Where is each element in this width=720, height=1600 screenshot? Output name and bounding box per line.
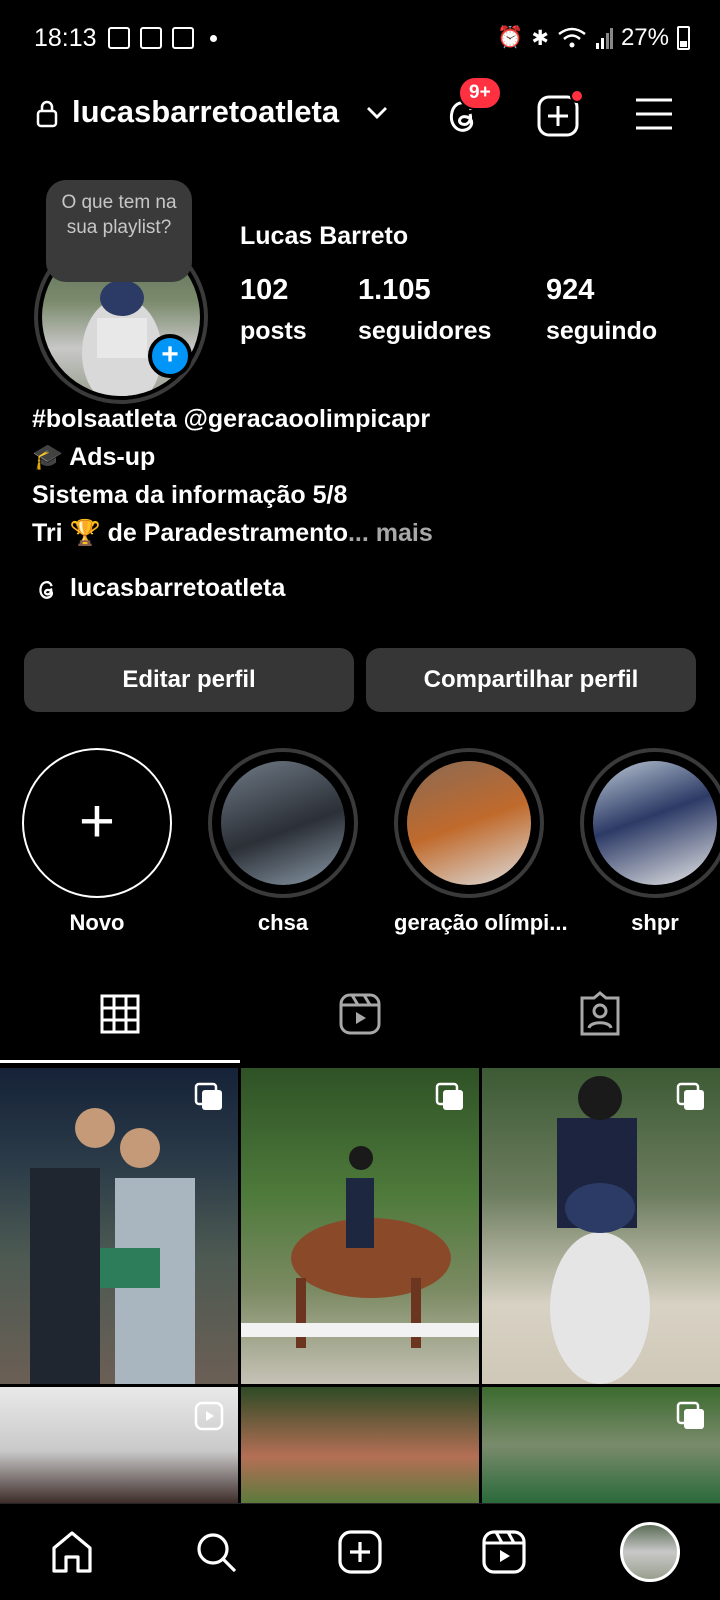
signal-icon [595,28,613,49]
graduation-cap-emoji: 🎓 [32,443,64,471]
profile-header: lucasbarretoatleta 9+ [0,76,720,150]
stat-label: seguindo [546,317,658,345]
stat-followers[interactable]: 1.105 seguidores [358,274,491,346]
bio-line: Ads-up [63,443,156,471]
plus-icon: + [78,787,116,857]
carousel-icon [676,1401,704,1429]
note-bubble[interactable]: O que tem na sua playlist? [46,180,192,282]
menu-icon[interactable] [634,95,674,133]
profile-avatar-nav[interactable] [620,1522,680,1582]
account-switcher[interactable]: lucasbarretoatleta [72,94,339,130]
post-thumbnail[interactable] [482,1387,720,1503]
post-thumbnail[interactable] [241,1387,479,1503]
grid-icon[interactable] [96,990,144,1038]
carousel-icon [676,1082,704,1110]
active-tab-indicator [0,1060,240,1063]
wifi-icon [558,27,586,48]
trophy-emoji: 🏆 [69,519,101,547]
lock-icon [36,100,58,128]
stat-value: 102 [240,274,289,306]
bio-line: Sistema da informação 5/8 [32,481,348,509]
notification-dot-icon [210,34,217,42]
search-icon[interactable] [192,1528,240,1576]
threads-icon [39,580,54,599]
stat-following[interactable]: 924 seguindo [546,274,657,346]
create-icon[interactable] [336,1528,384,1576]
post-thumbnail[interactable] [241,1068,479,1384]
highlight-cover [221,761,345,885]
carousel-icon [435,1082,463,1110]
post-thumbnail[interactable] [0,1387,238,1503]
alarm-icon: ⏰ [497,26,524,49]
profile-bio: #bolsaatleta @geracaoolimpicapr 🎓 Ads-up… [32,400,433,552]
add-story-button[interactable]: + [148,334,192,378]
highlight-cover [593,761,717,885]
highlight-cover [407,761,531,885]
highlight-label: chsa [257,910,309,935]
news-icon [108,27,130,49]
edit-profile-button[interactable]: Editar perfil [24,648,354,712]
share-profile-button[interactable]: Compartilhar perfil [366,648,696,712]
reels-icon[interactable] [336,990,384,1038]
carousel-icon [194,1082,222,1110]
threads-badge: 9+ [458,76,502,110]
create-notification-dot [570,89,584,103]
stat-posts[interactable]: 102 posts [240,274,307,346]
highlight-chsa[interactable]: chsa [208,748,358,936]
highlight-label: geração olímpi... [394,910,568,935]
stat-value: 924 [546,274,595,306]
sim-icon [172,27,194,49]
battery-icon [677,26,690,50]
bio-line: de Paradestramento [100,519,348,547]
bio-more-link[interactable]: ... mais [348,519,433,547]
full-name: Lucas Barreto [240,222,409,250]
bluetooth-icon: ✱ [531,26,549,50]
stat-label: posts [240,317,307,345]
reel-icon [194,1401,224,1431]
post-thumbnail[interactable] [482,1068,720,1384]
threads-handle: lucasbarretoatleta [70,574,286,602]
tagged-icon[interactable] [576,990,624,1038]
status-bar: 18:13 ⏰ ✱ 27% [0,0,720,80]
stat-value: 1.105 [358,274,431,306]
reels-icon[interactable] [480,1528,528,1576]
highlight-label: Novo [69,910,125,935]
threads-profile-link[interactable]: lucasbarretoatleta [34,574,285,603]
chevron-down-icon[interactable] [364,104,390,122]
status-time: 18:13 [34,24,97,52]
highlight-shpr[interactable]: shpr [580,748,720,936]
highlight-geracao-olimpica[interactable]: geração olímpi... [394,748,568,936]
bio-line[interactable]: #bolsaatleta @geracaoolimpicapr [32,400,433,438]
highlight-new[interactable]: + Novo [22,748,172,936]
bottom-navigation [0,1503,720,1600]
post-thumbnail[interactable] [0,1068,238,1384]
stat-label: seguidores [358,317,492,345]
gallery-icon [140,27,162,49]
home-icon[interactable] [48,1528,96,1576]
battery-percent: 27% [620,24,669,51]
highlight-label: shpr [631,910,679,935]
